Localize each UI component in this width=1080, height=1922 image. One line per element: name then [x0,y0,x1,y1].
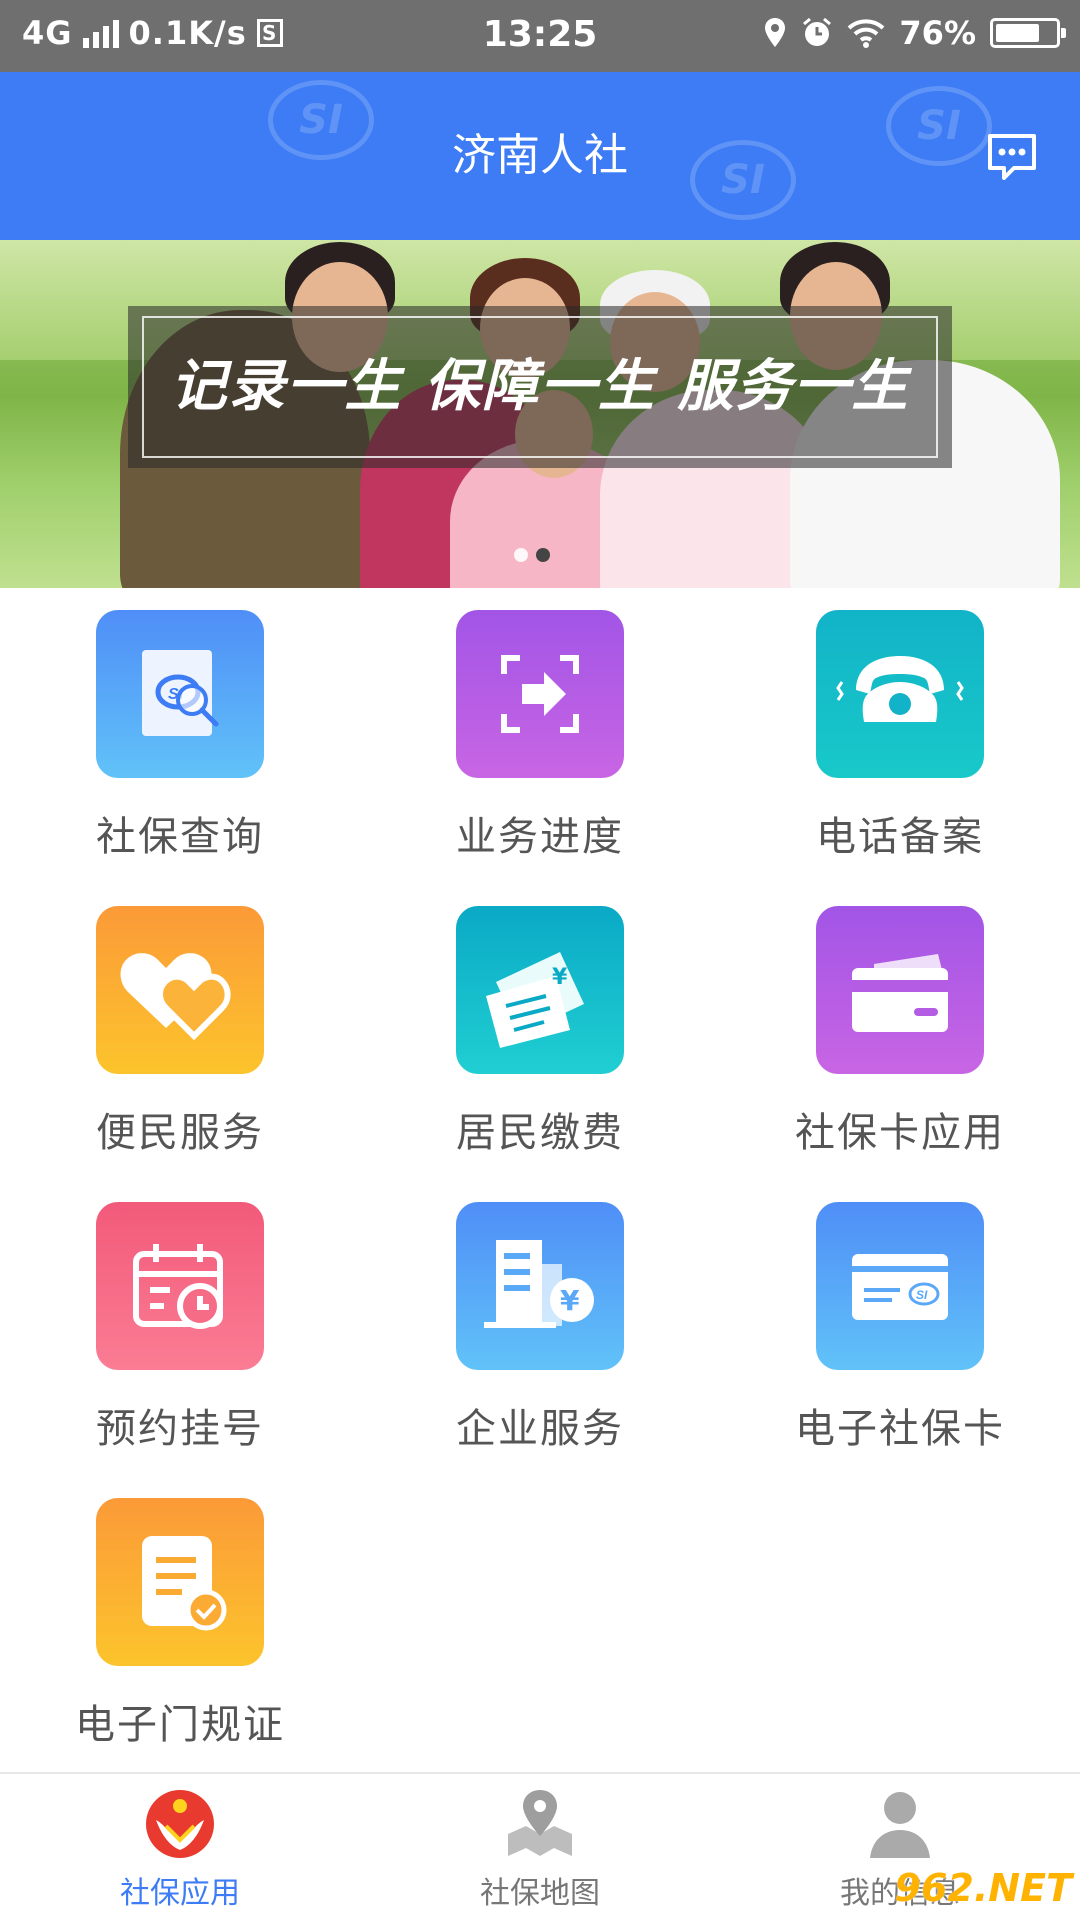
app-header: SI SI SI 济南人社 [0,72,1080,240]
si-card-icon: SI [816,1202,984,1370]
service-tile-e-si-card[interactable]: SI 电子社保卡 [770,1202,1030,1454]
wallet-card-icon [816,906,984,1074]
tab-si-apps[interactable]: 社保应用 [0,1774,360,1922]
banner-slogan-box: 记录一生 保障一生 服务一生 [128,306,952,468]
service-tile-enterprise[interactable]: ¥ 企业服务 [410,1202,670,1454]
certificate-check-icon [96,1498,264,1666]
banner-slogan: 记录一生 保障一生 服务一生 [170,354,910,419]
service-tile-convenience[interactable]: 便民服务 [50,906,310,1158]
battery-icon [990,18,1066,48]
service-label: 电话备案 [816,814,984,860]
map-pin-icon [502,1786,578,1862]
location-icon [765,18,786,47]
carousel-dot-active[interactable] [536,548,550,562]
building-yuan-icon: ¥ [456,1202,624,1370]
status-right: 76% [763,14,1066,52]
service-tile-si-query[interactable]: SI 社保查询 [50,610,310,862]
service-label: 便民服务 [96,1110,264,1156]
service-tile-e-license[interactable]: 电子门规证 [50,1498,310,1750]
site-watermark: 962.NET [894,1866,1072,1910]
document-search-icon: SI [96,610,264,778]
carousel-dot[interactable] [514,548,528,562]
carousel-indicator [514,548,550,562]
scan-arrow-icon [456,610,624,778]
service-label: 电子社保卡 [795,1406,1005,1452]
alarm-icon [803,17,832,46]
promo-banner[interactable]: 记录一生 保障一生 服务一生 [0,240,1080,588]
user-icon [862,1786,938,1862]
service-label: 业务进度 [456,814,624,860]
telephone-icon [816,610,984,778]
message-button[interactable] [984,130,1040,186]
wifi-icon [848,19,885,48]
nav-label: 社保应用 [120,1876,240,1911]
service-label: 社保卡应用 [795,1110,1005,1156]
si-logo-icon [142,1786,218,1862]
tab-si-map[interactable]: 社保地图 [360,1774,720,1922]
calendar-clock-icon [96,1202,264,1370]
chat-bubble-icon [988,134,1036,180]
svg-text:¥: ¥ [560,1284,580,1317]
service-tile-progress[interactable]: 业务进度 [410,610,670,862]
status-bar: 4G 0.1K/s S 13:25 76% [0,0,1080,72]
svg-text:SI: SI [916,1288,928,1302]
service-label: 企业服务 [456,1406,624,1452]
service-tile-phone-filing[interactable]: 电话备案 [770,610,1030,862]
page-title: 济南人社 [452,130,628,181]
service-tile-appointment[interactable]: 预约挂号 [50,1202,310,1454]
service-label: 居民缴费 [456,1110,624,1156]
service-label: 电子门规证 [75,1702,285,1748]
battery-percent: 76% [899,14,976,52]
svg-text:¥: ¥ [552,965,568,990]
service-label: 预约挂号 [96,1406,264,1452]
battery-fill [996,24,1039,42]
service-label: 社保查询 [96,814,264,860]
service-tile-si-card-app[interactable]: 社保卡应用 [770,906,1030,1158]
nav-label: 社保地图 [480,1876,600,1911]
bill-yuan-icon: ¥ [456,906,624,1074]
service-tile-resident-payment[interactable]: ¥ 居民缴费 [410,906,670,1158]
hearts-icon [96,906,264,1074]
